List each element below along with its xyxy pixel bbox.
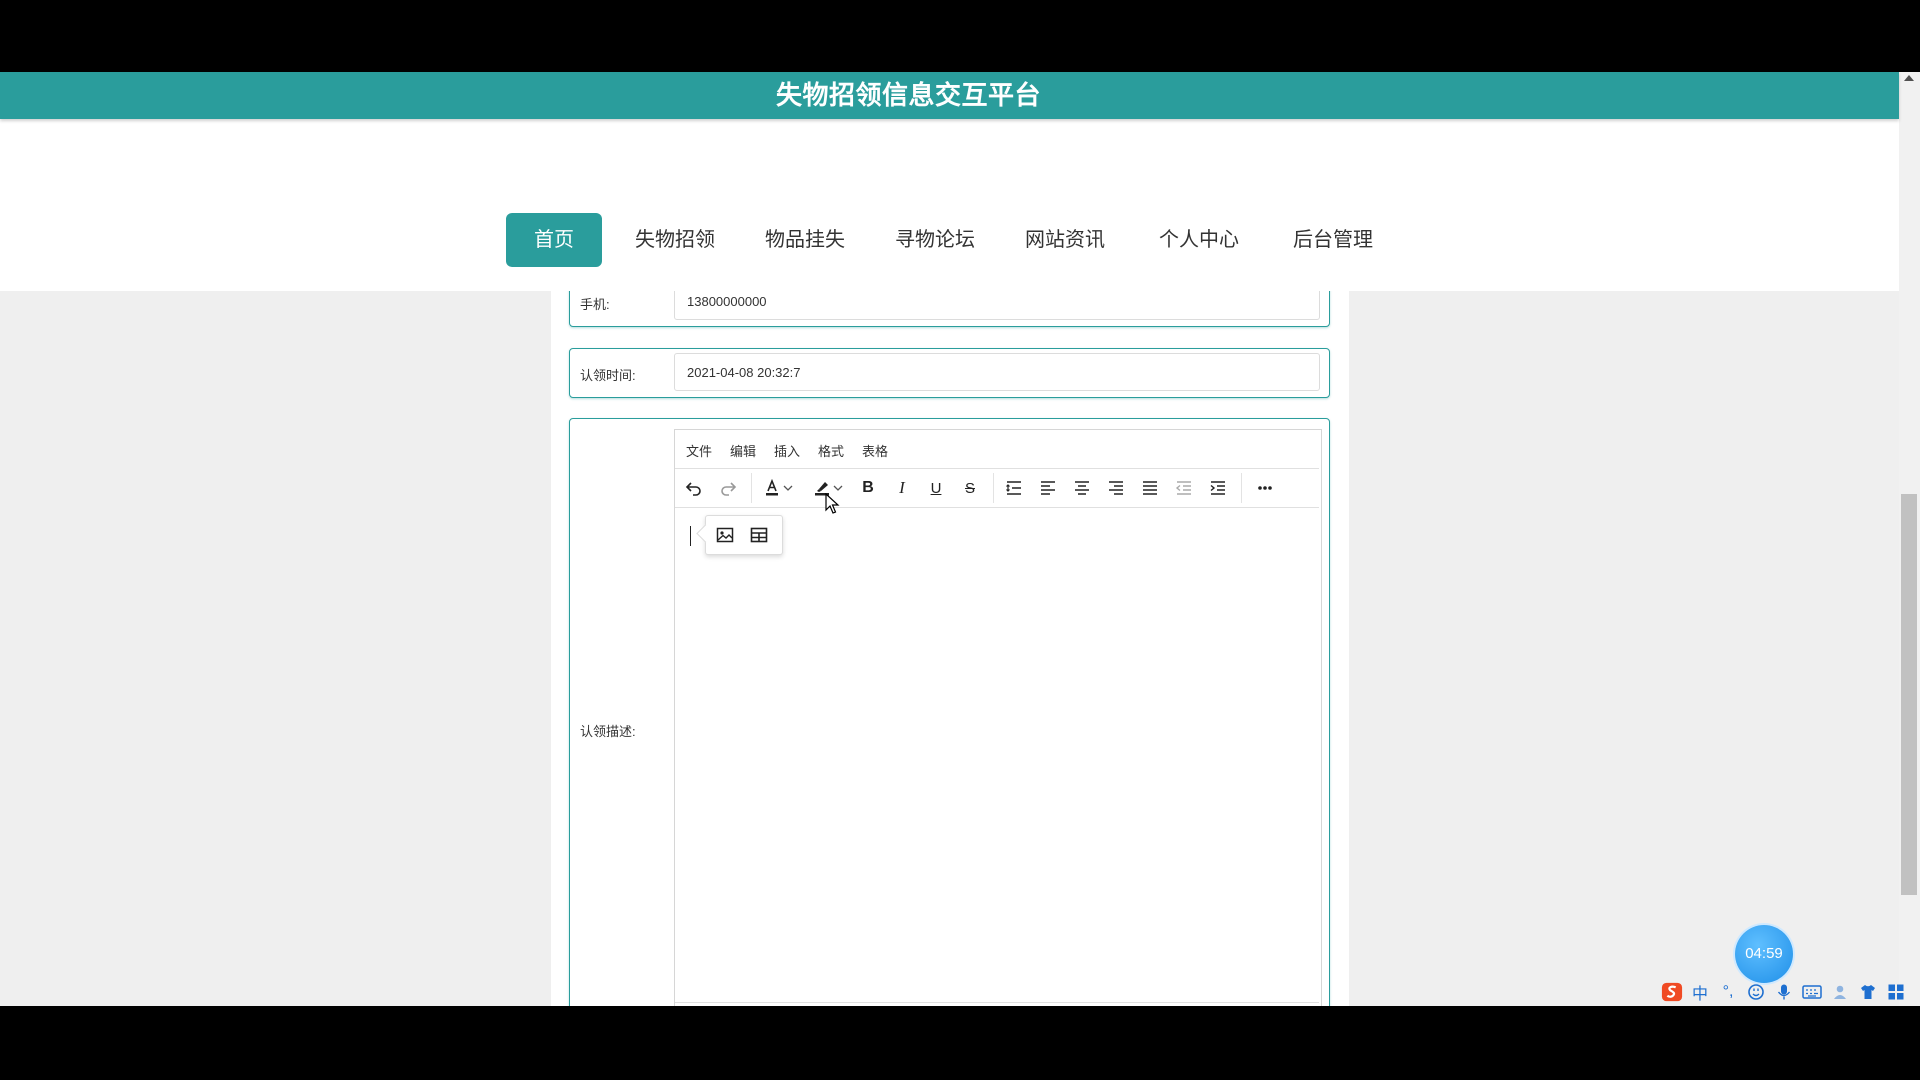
menu-insert[interactable]: 插入	[774, 441, 800, 460]
letterbox-top	[0, 0, 1920, 72]
bold-icon[interactable]: B	[855, 475, 881, 501]
quick-insert-popup	[705, 515, 783, 555]
main-nav: 首页 失物招领 物品挂失 寻物论坛 网站资讯 个人中心 后台管理	[0, 119, 1899, 291]
shirt-icon[interactable]	[1857, 981, 1879, 1003]
grid-icon[interactable]	[1885, 981, 1907, 1003]
nav-item-admin[interactable]: 后台管理	[1283, 213, 1383, 267]
undo-icon[interactable]	[681, 475, 707, 501]
phone-label: 手机:	[580, 297, 610, 312]
dropdown-arrow-icon[interactable]	[781, 475, 795, 501]
user-icon[interactable]	[1829, 981, 1851, 1003]
rich-text-editor: 文件 编辑 插入 格式 表格 B I U S	[674, 429, 1322, 1006]
outdent-icon[interactable]	[1171, 475, 1197, 501]
editor-toolbar: B I U S	[675, 469, 1319, 508]
align-center-icon[interactable]	[1069, 475, 1095, 501]
scroll-up-arrow-icon[interactable]	[1904, 75, 1914, 81]
toolbar-divider	[1241, 473, 1242, 503]
claim-time-input[interactable]: 2021-04-08 20:32:7	[674, 353, 1320, 391]
claim-time-label: 认领时间:	[580, 368, 636, 383]
editor-content-area[interactable]	[675, 508, 1319, 1002]
page-scrollbar[interactable]	[1899, 72, 1920, 1006]
align-right-icon[interactable]	[1103, 475, 1129, 501]
nav-item-lost-found[interactable]: 失物招领	[625, 213, 725, 267]
site-header: 失物招领信息交互平台	[0, 72, 1899, 119]
italic-icon[interactable]: I	[889, 475, 915, 501]
microphone-icon[interactable]	[1773, 981, 1795, 1003]
redo-icon[interactable]	[715, 475, 741, 501]
ime-lang-zh[interactable]: 中	[1689, 981, 1711, 1003]
claim-time-row: 认领时间: 2021-04-08 20:32:7	[569, 348, 1330, 398]
editor-menubar: 文件 编辑 插入 格式 表格	[675, 430, 1319, 469]
text-caret	[690, 526, 691, 546]
nav-item-forum[interactable]: 寻物论坛	[885, 213, 985, 267]
strikethrough-icon[interactable]: S	[957, 475, 983, 501]
nav-item-news[interactable]: 网站资讯	[1015, 213, 1115, 267]
nav-item-home[interactable]: 首页	[506, 213, 602, 267]
form-panel: 手机: 13800000000 认领时间: 2021-04-08 20:32:7…	[551, 219, 1349, 1006]
ime-punct[interactable]: °,	[1717, 981, 1739, 1003]
claim-desc-label: 认领描述:	[580, 724, 636, 739]
nav-item-report-lost[interactable]: 物品挂失	[755, 213, 855, 267]
toolbar-divider	[751, 473, 752, 503]
table-icon[interactable]	[746, 522, 772, 548]
site-title: 失物招领信息交互平台	[775, 80, 1041, 110]
underline-icon[interactable]: U	[923, 475, 949, 501]
sogou-logo-icon[interactable]	[1661, 981, 1683, 1003]
indent-icon[interactable]	[1205, 475, 1231, 501]
menu-edit[interactable]: 编辑	[730, 441, 756, 460]
keyboard-icon[interactable]	[1801, 981, 1823, 1003]
align-left-icon[interactable]	[1035, 475, 1061, 501]
claim-desc-row: 认领描述: 文件 编辑 插入 格式 表格 B I U S	[569, 418, 1330, 1006]
nav-item-profile[interactable]: 个人中心	[1149, 213, 1249, 267]
menu-file[interactable]: 文件	[686, 441, 712, 460]
menu-table[interactable]: 表格	[862, 441, 888, 460]
letterbox-bottom	[0, 1006, 1920, 1080]
recording-timer[interactable]: 04:59	[1735, 925, 1793, 983]
browser-viewport: 失物招领信息交互平台 首页 失物招领 物品挂失 寻物论坛 网站资讯 个人中心 后…	[0, 72, 1920, 1006]
ime-toolbar: 中 °,	[1661, 978, 1920, 1006]
menu-format[interactable]: 格式	[818, 441, 844, 460]
line-height-icon[interactable]	[1001, 475, 1027, 501]
image-icon[interactable]	[712, 522, 738, 548]
align-justify-icon[interactable]	[1137, 475, 1163, 501]
mouse-cursor-icon	[825, 493, 840, 514]
emoji-icon[interactable]	[1745, 981, 1767, 1003]
toolbar-divider	[993, 473, 994, 503]
more-icon[interactable]	[1252, 475, 1278, 501]
scroll-thumb[interactable]	[1901, 494, 1917, 895]
